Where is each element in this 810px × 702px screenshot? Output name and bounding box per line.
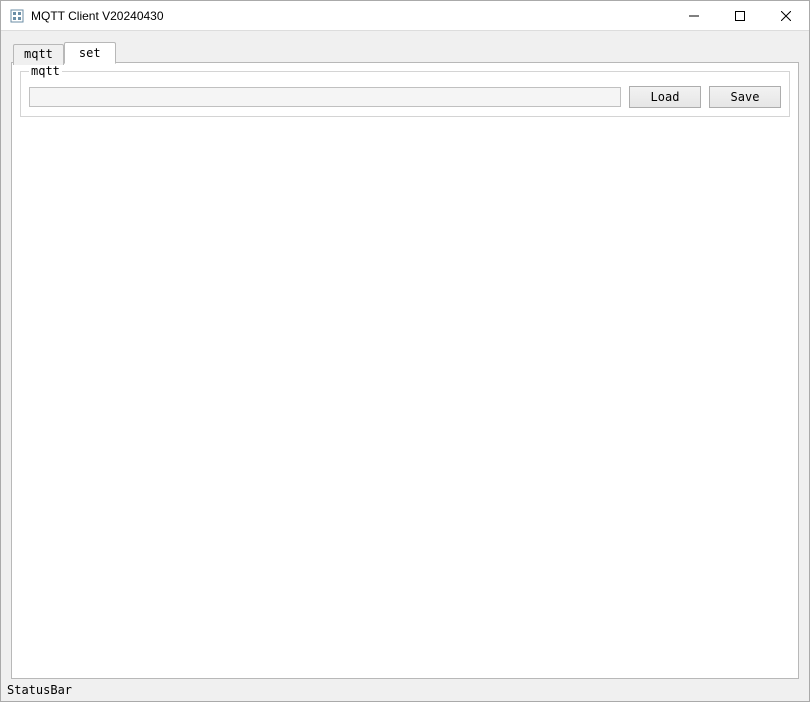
- config-path-input[interactable]: [29, 87, 621, 107]
- tab-label: mqtt: [24, 47, 53, 61]
- minimize-button[interactable]: [671, 1, 717, 30]
- config-row: Load Save: [29, 86, 781, 108]
- group-mqtt: mqtt Load Save: [20, 71, 790, 117]
- tab-label: set: [79, 46, 101, 60]
- client-area: mqtt set mqtt Load Save: [1, 31, 809, 679]
- title-bar: MQTT Client V20240430: [1, 1, 809, 31]
- button-label: Load: [651, 90, 680, 104]
- tab-set[interactable]: set: [64, 42, 116, 64]
- tab-mqtt[interactable]: mqtt: [13, 44, 64, 65]
- maximize-button[interactable]: [717, 1, 763, 30]
- group-title: mqtt: [29, 64, 62, 78]
- app-icon: [9, 8, 25, 24]
- save-button[interactable]: Save: [709, 86, 781, 108]
- window-title: MQTT Client V20240430: [31, 9, 671, 23]
- tab-pane-set: mqtt Load Save: [11, 62, 799, 679]
- window-controls: [671, 1, 809, 30]
- status-text: StatusBar: [7, 683, 72, 697]
- status-bar: StatusBar: [1, 679, 809, 701]
- tab-widget: mqtt set mqtt Load Save: [11, 41, 799, 679]
- tab-bar: mqtt set: [11, 42, 799, 63]
- close-button[interactable]: [763, 1, 809, 30]
- load-button[interactable]: Load: [629, 86, 701, 108]
- button-label: Save: [731, 90, 760, 104]
